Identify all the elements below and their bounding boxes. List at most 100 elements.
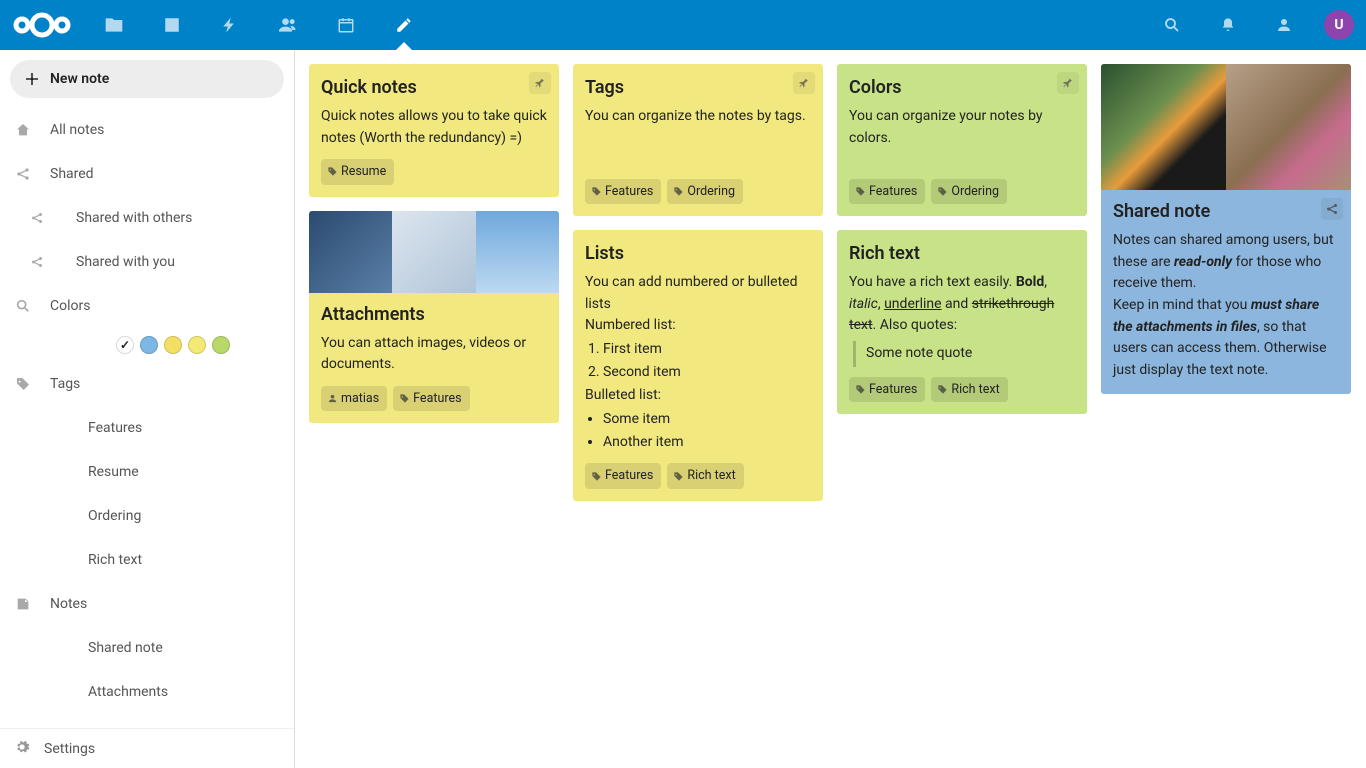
sidebar-note-item[interactable]: Shared note <box>0 626 294 670</box>
card-body: Notes can shared among users, but these … <box>1113 230 1339 295</box>
note-attachments[interactable]: Attachments You can attach images, video… <box>309 211 559 424</box>
note-icon <box>14 596 32 612</box>
attachment-image <box>1101 64 1226 190</box>
lens-icon <box>14 298 32 314</box>
list-item: First item <box>603 339 811 361</box>
new-note-button[interactable]: New note <box>10 60 284 98</box>
card-body: You can organize your notes by colors. <box>849 106 1075 149</box>
color-swatch[interactable] <box>140 336 158 354</box>
nav-all-notes[interactable]: All notes <box>0 108 294 152</box>
card-title: Colors <box>849 74 1075 102</box>
contacts-icon[interactable] <box>272 0 304 50</box>
page-body: New note All notes Shared Shared with ot… <box>0 50 1366 768</box>
chip-tag[interactable]: Features <box>585 463 661 488</box>
card-body: You can organize the notes by tags. <box>585 106 811 128</box>
card-body: Quick notes allows you to take quick not… <box>321 106 547 149</box>
tag-icon <box>937 384 948 395</box>
nav-colors[interactable]: Colors <box>0 284 294 328</box>
card-title: Attachments <box>321 301 547 329</box>
chip-tag[interactable]: Rich text <box>667 463 743 488</box>
tag-icon <box>399 393 410 404</box>
note-quick-notes[interactable]: Quick notes Quick notes allows you to ta… <box>309 64 559 197</box>
avatar[interactable]: U <box>1324 10 1354 40</box>
color-swatches <box>0 328 294 362</box>
nav-tags[interactable]: Tags <box>0 362 294 406</box>
nav-shared-with-you[interactable]: Shared with you <box>0 240 294 284</box>
share-in-icon <box>28 255 46 269</box>
sidebar-tag-item[interactable]: Ordering <box>0 494 294 538</box>
top-bar: U <box>0 0 1366 50</box>
tag-icon <box>673 186 684 197</box>
card-title: Quick notes <box>321 74 547 102</box>
notes-icon[interactable] <box>388 0 420 50</box>
app-logo[interactable] <box>12 9 72 41</box>
chip-tag[interactable]: Features <box>849 377 925 402</box>
note-lists[interactable]: Lists You can add numbered or bulleted l… <box>573 230 823 501</box>
color-swatch[interactable] <box>188 336 206 354</box>
sidebar: New note All notes Shared Shared with ot… <box>0 50 295 768</box>
gear-icon <box>14 739 30 759</box>
chip-tag[interactable]: Features <box>585 179 661 204</box>
tag-icon <box>855 186 866 197</box>
pin-icon[interactable] <box>793 72 815 94</box>
files-icon[interactable] <box>98 0 130 50</box>
sidebar-note-item[interactable]: Attachments <box>0 670 294 714</box>
tag-icon <box>855 384 866 395</box>
nav-shared-with-others[interactable]: Shared with others <box>0 196 294 240</box>
tag-icon <box>327 166 338 177</box>
pin-icon[interactable] <box>1057 72 1079 94</box>
note-rich-text[interactable]: Rich text You have a rich text easily. B… <box>837 230 1087 414</box>
nav-shared[interactable]: Shared <box>0 152 294 196</box>
chip-tag[interactable]: Resume <box>321 159 394 184</box>
sidebar-tag-item[interactable]: Features <box>0 406 294 450</box>
list-item: Some item <box>603 409 811 431</box>
card-title: Lists <box>585 240 811 268</box>
note-colors[interactable]: Colors You can organize your notes by co… <box>837 64 1087 216</box>
card-chips: FeaturesOrdering <box>849 179 1007 204</box>
card-body: You have a rich text easily. Bold, itali… <box>849 272 1075 337</box>
card-chips: FeaturesRich text <box>585 463 811 488</box>
new-note-label: New note <box>50 71 109 87</box>
tag-icon <box>14 376 32 392</box>
sidebar-settings[interactable]: Settings <box>0 728 294 768</box>
chip-tag[interactable]: Ordering <box>931 179 1007 204</box>
chip-user[interactable]: matias <box>321 386 387 411</box>
chip-tag[interactable]: Rich text <box>931 377 1007 402</box>
sidebar-tag-item[interactable]: Rich text <box>0 538 294 582</box>
chip-tag[interactable]: Features <box>393 386 469 411</box>
bulleted-label: Bulleted list: <box>585 385 811 407</box>
notifications-icon[interactable] <box>1212 0 1244 50</box>
tag-icon <box>591 471 602 482</box>
color-swatch[interactable] <box>164 336 182 354</box>
numbered-label: Numbered list: <box>585 315 811 337</box>
share-icon <box>14 166 32 182</box>
calendar-icon[interactable] <box>330 0 362 50</box>
pin-icon[interactable] <box>529 72 551 94</box>
people-icon[interactable] <box>1268 0 1300 50</box>
numbered-list: First itemSecond item <box>603 339 811 383</box>
search-icon[interactable] <box>1156 0 1188 50</box>
sidebar-tag-item[interactable]: Resume <box>0 450 294 494</box>
photos-icon[interactable] <box>156 0 188 50</box>
color-swatch[interactable] <box>116 336 134 354</box>
note-tags[interactable]: Tags You can organize the notes by tags.… <box>573 64 823 216</box>
share-icon[interactable] <box>1321 198 1343 220</box>
note-shared[interactable]: Shared note Notes can shared among users… <box>1101 64 1351 394</box>
bulleted-list: Some itemAnother item <box>603 409 811 453</box>
card-title: Shared note <box>1113 198 1339 226</box>
list-item: Second item <box>603 362 811 384</box>
attachment-image <box>309 211 392 293</box>
card-chips: FeaturesOrdering <box>585 179 743 204</box>
chip-tag[interactable]: Features <box>849 179 925 204</box>
chip-tag[interactable]: Ordering <box>667 179 743 204</box>
tag-icon <box>673 471 684 482</box>
main-content: Quick notes Quick notes allows you to ta… <box>295 50 1366 768</box>
person-icon <box>327 393 338 404</box>
nav-notes[interactable]: Notes <box>0 582 294 626</box>
card-body-2: Keep in mind that you must share the att… <box>1113 295 1339 382</box>
attachment-image <box>392 211 475 293</box>
color-swatch[interactable] <box>212 336 230 354</box>
card-images <box>1101 64 1351 190</box>
share-out-icon <box>28 211 46 225</box>
activity-icon[interactable] <box>214 0 246 50</box>
